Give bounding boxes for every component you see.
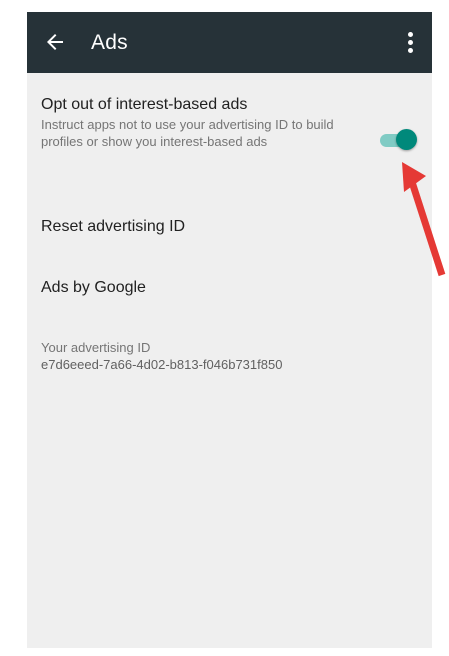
opt-out-toggle[interactable] <box>378 127 418 151</box>
reset-advertising-id-setting[interactable]: Reset advertising ID <box>41 216 418 238</box>
ads-by-google-title: Ads by Google <box>41 279 146 296</box>
phone-screen: Ads Opt out of interest-based ads Instru… <box>27 12 432 648</box>
opt-out-title: Opt out of interest-based ads <box>41 96 248 113</box>
back-arrow-icon[interactable] <box>43 30 67 54</box>
advertising-id-info: Your advertising ID e7d6eeed-7a66-4d02-b… <box>41 339 418 373</box>
toggle-thumb <box>396 129 417 150</box>
ads-by-google-setting[interactable]: Ads by Google <box>41 277 418 299</box>
advertising-id-value: e7d6eeed-7a66-4d02-b813-f046b731f850 <box>41 357 283 372</box>
annotation-arrow-icon <box>402 162 446 277</box>
opt-out-interest-ads-setting[interactable]: Opt out of interest-based ads Instruct a… <box>41 94 418 150</box>
advertising-id-label: Your advertising ID <box>41 340 151 355</box>
more-options-icon[interactable] <box>406 32 414 54</box>
page-title: Ads <box>91 31 128 54</box>
app-bar: Ads <box>27 12 432 73</box>
reset-id-title: Reset advertising ID <box>41 218 186 235</box>
opt-out-summary: Instruct apps not to use your advertisin… <box>41 117 334 149</box>
